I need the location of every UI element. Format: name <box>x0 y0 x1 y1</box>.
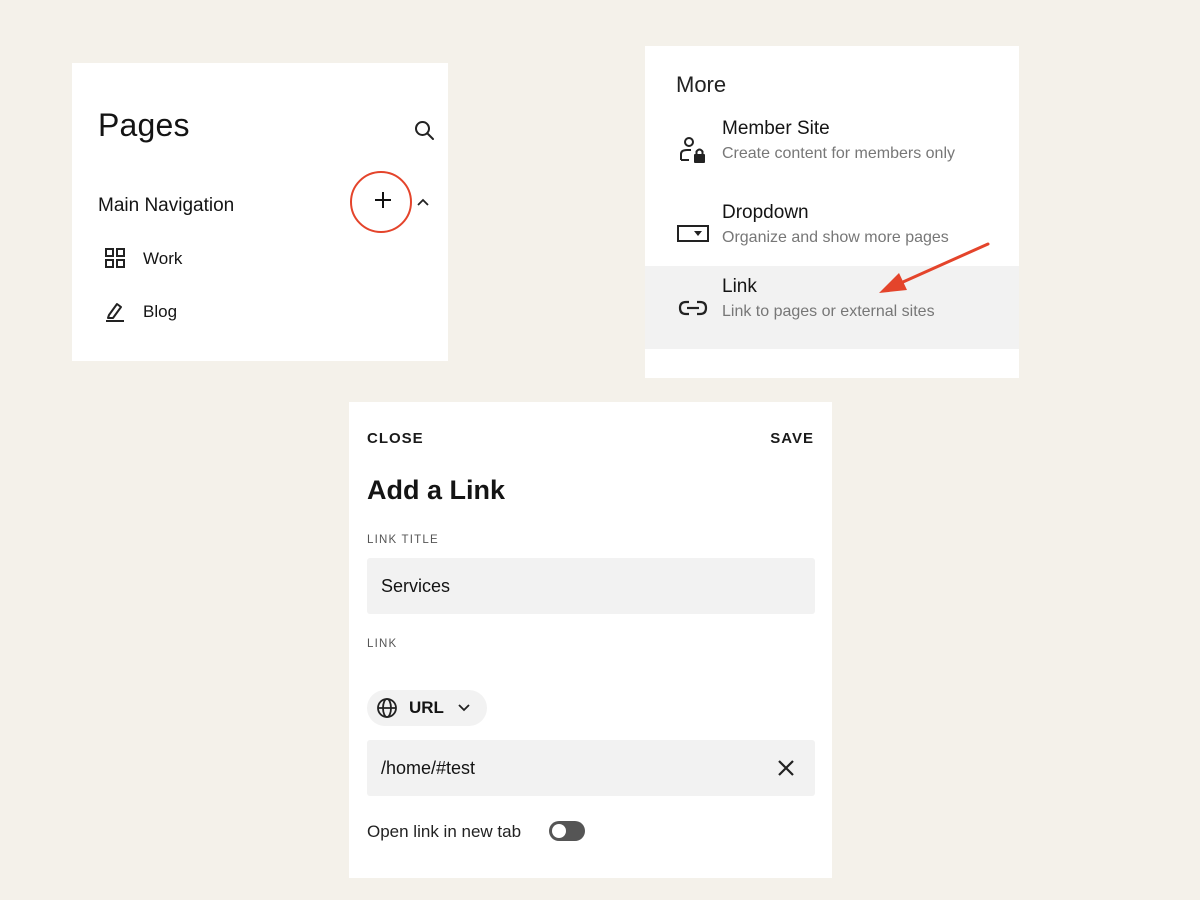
blog-edit-icon <box>106 303 124 322</box>
chevron-down-icon <box>458 704 470 712</box>
more-item-title: Dropdown <box>722 202 809 223</box>
chevron-up-icon[interactable] <box>416 197 430 207</box>
main-navigation-label: Main Navigation <box>98 195 235 216</box>
link-icon <box>678 300 708 316</box>
link-title-label: LINK TITLE <box>367 534 439 546</box>
nav-item-label: Work <box>143 249 183 268</box>
add-page-button[interactable] <box>370 187 396 213</box>
pages-panel: Pages Main Navigation Work Blog <box>72 63 448 361</box>
grid-icon <box>105 248 125 268</box>
more-item-member-site[interactable]: Member Site Create content for members o… <box>645 108 1019 191</box>
more-panel: More Member Site Create content for memb… <box>645 46 1019 378</box>
more-item-title: Member Site <box>722 118 830 139</box>
new-tab-label: Open link in new tab <box>367 822 522 841</box>
new-tab-toggle[interactable] <box>549 821 585 841</box>
dropdown-icon <box>677 225 709 242</box>
globe-icon <box>377 698 397 718</box>
link-type-label: URL <box>409 698 444 717</box>
pages-title: Pages <box>98 107 190 143</box>
close-icon[interactable] <box>775 757 797 779</box>
nav-item-work[interactable]: Work <box>104 246 344 272</box>
link-label: LINK <box>367 638 398 650</box>
link-type-select[interactable]: URL <box>367 690 487 726</box>
member-lock-icon <box>680 137 705 163</box>
more-title: More <box>676 72 727 97</box>
nav-item-label: Blog <box>143 302 178 321</box>
save-button[interactable]: SAVE <box>770 430 814 447</box>
search-icon[interactable] <box>413 119 435 141</box>
link-title-input[interactable] <box>367 558 815 614</box>
more-item-description: Create content for members only <box>722 145 955 162</box>
nav-item-blog[interactable]: Blog <box>104 299 344 325</box>
toggle-knob <box>552 824 566 838</box>
more-item-description: Link to pages or external sites <box>722 303 935 320</box>
add-link-title: Add a Link <box>367 475 506 505</box>
more-item-title: Link <box>722 276 757 297</box>
url-input[interactable] <box>367 740 815 796</box>
add-link-panel: CLOSE SAVE Add a Link LINK TITLE LINK UR… <box>349 402 832 878</box>
close-button[interactable]: CLOSE <box>367 430 424 447</box>
arrow-annotation-icon <box>879 242 990 293</box>
